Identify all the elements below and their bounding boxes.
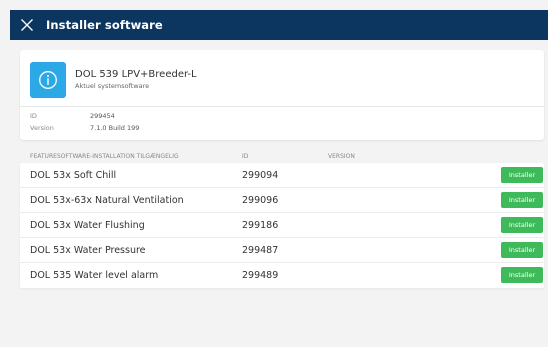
column-header-feature: FEATURESOFTWARE-INSTALLATION TILGÆNGELIG (30, 153, 179, 160)
feature-name: DOL 53x Soft Chill (30, 170, 117, 181)
table-header: FEATURESOFTWARE-INSTALLATION TILGÆNGELIG… (20, 150, 544, 162)
info-icon (30, 62, 66, 98)
version-row: Version 7.1.0 Build 199 (30, 124, 139, 132)
install-button[interactable]: Installer (501, 267, 543, 283)
feature-id: 299487 (242, 245, 279, 256)
install-button[interactable]: Installer (501, 167, 543, 183)
version-value: 7.1.0 Build 199 (90, 124, 140, 132)
system-name: DOL 539 LPV+Breeder-L (75, 69, 197, 80)
feature-id: 299096 (242, 195, 279, 206)
version-label: Version (30, 124, 54, 132)
column-header-id: ID (242, 153, 249, 160)
install-button[interactable]: Installer (501, 242, 543, 258)
id-value: 299454 (90, 112, 115, 120)
current-system-card: DOL 539 LPV+Breeder-L Aktuel systemsoftw… (20, 50, 544, 140)
page-title: Installer software (46, 18, 163, 32)
table-row: DOL 53x-63x Natural Ventilation 299096 I… (20, 188, 544, 213)
table-row: DOL 53x Water Pressure 299487 Installer (20, 238, 544, 263)
feature-name: DOL 53x-63x Natural Ventilation (30, 195, 184, 206)
divider (20, 106, 544, 107)
close-icon[interactable] (20, 18, 34, 32)
top-bar: Installer software (10, 10, 548, 40)
feature-name: DOL 53x Water Flushing (30, 220, 145, 231)
table-row: DOL 535 Water level alarm 299489 Install… (20, 263, 544, 288)
install-button[interactable]: Installer (501, 217, 543, 233)
id-label: ID (30, 112, 37, 120)
feature-name: DOL 53x Water Pressure (30, 245, 146, 256)
feature-id: 299094 (242, 170, 279, 181)
feature-id: 299489 (242, 270, 279, 281)
feature-name: DOL 535 Water level alarm (30, 270, 159, 281)
id-row: ID 299454 (30, 112, 115, 120)
table-row: DOL 53x Water Flushing 299186 Installer (20, 213, 544, 238)
system-subtitle: Aktuel systemsoftware (75, 82, 150, 90)
feature-id: 299186 (242, 220, 279, 231)
feature-software-list: DOL 53x Soft Chill 299094 Installer DOL … (20, 163, 544, 288)
column-header-version: VERSION (328, 153, 355, 160)
install-button[interactable]: Installer (501, 192, 543, 208)
table-row: DOL 53x Soft Chill 299094 Installer (20, 163, 544, 188)
